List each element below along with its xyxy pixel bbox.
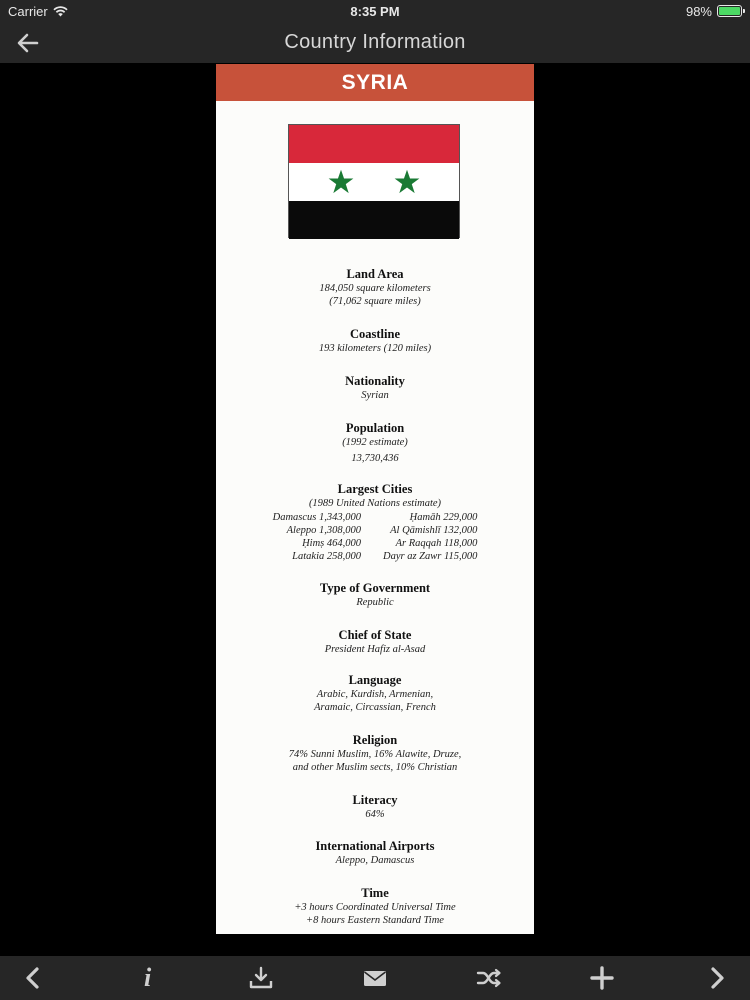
star-icon xyxy=(328,169,354,194)
city-item: Latakia 258,000 xyxy=(292,551,362,562)
chevron-left-icon xyxy=(26,967,39,989)
shuffle-button[interactable] xyxy=(475,964,503,992)
status-right: 98% xyxy=(685,3,745,19)
star-icon xyxy=(394,169,420,194)
download-icon xyxy=(250,966,273,989)
status-bar: Carrier 8:35 PM 98% xyxy=(0,0,750,22)
land-area-km: 184,050 square kilometers xyxy=(319,283,431,294)
time-heading: Time xyxy=(361,886,389,900)
arrow-left-icon xyxy=(17,33,39,53)
battery-percent: 98% xyxy=(685,3,712,19)
airports-heading: International Airports xyxy=(315,839,435,853)
government-section: Type of Government Republic xyxy=(216,580,534,609)
coastline-heading: Coastline xyxy=(350,327,400,341)
land-area-miles: (71,062 square miles) xyxy=(329,296,421,307)
religion-heading: Religion xyxy=(352,733,398,747)
language-heading: Language xyxy=(348,673,402,687)
population-value: 13,730,436 xyxy=(351,453,399,464)
mail-button[interactable] xyxy=(361,964,389,992)
language-section: Language Arabic, Kurdish, Armenian, Aram… xyxy=(216,672,534,714)
city-item: Ḥimṣ 464,000 xyxy=(302,538,362,549)
status-left: Carrier xyxy=(8,4,68,19)
nationality-heading: Nationality xyxy=(345,374,405,388)
religion-line2: and other Muslim sects, 10% Christian xyxy=(292,762,458,773)
next-button[interactable] xyxy=(702,964,730,992)
cities-left-column: Damascus 1,343,000 Aleppo 1,308,000 Ḥimṣ… xyxy=(273,511,361,563)
city-item: Aleppo 1,308,000 xyxy=(286,525,362,536)
religion-line1: 74% Sunni Muslim, 16% Alawite, Druze, xyxy=(288,749,462,760)
coastline-value: 193 kilometers (120 miles) xyxy=(318,343,432,354)
population-note: (1992 estimate) xyxy=(342,437,408,448)
chief-section: Chief of State President Hafiz al-Asad xyxy=(216,627,534,656)
land-area-heading: Land Area xyxy=(346,267,404,281)
wifi-icon xyxy=(53,5,68,16)
literacy-value: 64% xyxy=(365,809,385,820)
add-button[interactable] xyxy=(588,964,616,992)
info-button[interactable]: i xyxy=(134,964,162,992)
land-area-section: Land Area 184,050 square kilometers (71,… xyxy=(216,266,534,308)
carrier-label: Carrier xyxy=(8,3,48,19)
shuffle-icon xyxy=(476,968,501,988)
chevron-right-icon xyxy=(711,967,724,989)
nav-bar: Country Information xyxy=(0,22,750,63)
largest-cities-note: (1989 United Nations estimate) xyxy=(308,498,442,509)
flag-white-stripe xyxy=(289,163,459,201)
government-value: Republic xyxy=(356,597,394,608)
population-section: Population (1992 estimate) 13,730,436 xyxy=(216,420,534,465)
city-item: Al Qāmishlī 132,000 xyxy=(390,525,478,536)
city-item: Damascus 1,343,000 xyxy=(272,512,362,523)
airports-section: International Airports Aleppo, Damascus xyxy=(216,838,534,867)
time-utc: +3 hours Coordinated Universal Time xyxy=(294,902,456,913)
language-line2: Aramaic, Circassian, French xyxy=(314,702,436,713)
flag-black-stripe xyxy=(289,201,459,239)
largest-cities-section: Largest Cities (1989 United Nations esti… xyxy=(216,481,534,563)
government-heading: Type of Government xyxy=(319,581,431,595)
city-item: Ḥamāh 229,000 xyxy=(409,512,478,523)
city-item: Dayr az Zawr 115,000 xyxy=(383,551,478,562)
download-button[interactable] xyxy=(247,964,275,992)
literacy-heading: Literacy xyxy=(352,793,398,807)
time-est: +8 hours Eastern Standard Time xyxy=(306,915,444,926)
religion-section: Religion 74% Sunni Muslim, 16% Alawite, … xyxy=(216,732,534,774)
city-item: Ar Raqqah 118,000 xyxy=(395,538,478,549)
cities-right-column: Ḥamāh 229,000 Al Qāmishlī 132,000 Ar Raq… xyxy=(383,511,477,563)
bottom-toolbar: i xyxy=(0,956,750,1000)
language-line1: Arabic, Kurdish, Armenian, xyxy=(316,689,434,700)
nationality-value: Syrian xyxy=(361,390,389,401)
coastline-section: Coastline 193 kilometers (120 miles) xyxy=(216,326,534,355)
battery-fill xyxy=(719,7,740,15)
nationality-section: Nationality Syrian xyxy=(216,373,534,402)
country-header: SYRIA xyxy=(216,64,534,101)
flag-image xyxy=(288,124,460,239)
literacy-section: Literacy 64% xyxy=(216,792,534,821)
airports-value: Aleppo, Damascus xyxy=(335,855,415,866)
time-section: Time +3 hours Coordinated Universal Time… xyxy=(216,885,534,927)
chief-heading: Chief of State xyxy=(338,628,412,642)
status-time: 8:35 PM xyxy=(350,3,400,19)
document-viewer[interactable]: SYRIA Land Area 184,050 square kilometer… xyxy=(0,63,750,956)
cities-columns: Damascus 1,343,000 Aleppo 1,308,000 Ḥimṣ… xyxy=(216,511,534,563)
page-title: Country Information xyxy=(284,31,466,53)
country-page: SYRIA Land Area 184,050 square kilometer… xyxy=(216,64,534,934)
battery-icon xyxy=(717,5,745,17)
chief-value: President Hafiz al-Asad xyxy=(324,644,426,655)
plus-icon xyxy=(590,966,614,990)
largest-cities-heading: Largest Cities xyxy=(337,482,413,496)
back-button[interactable] xyxy=(14,29,42,57)
population-heading: Population xyxy=(345,421,405,435)
flag-red-stripe xyxy=(289,125,459,163)
previous-button[interactable] xyxy=(20,964,48,992)
info-icon: i xyxy=(144,963,152,992)
mail-icon xyxy=(363,971,386,986)
